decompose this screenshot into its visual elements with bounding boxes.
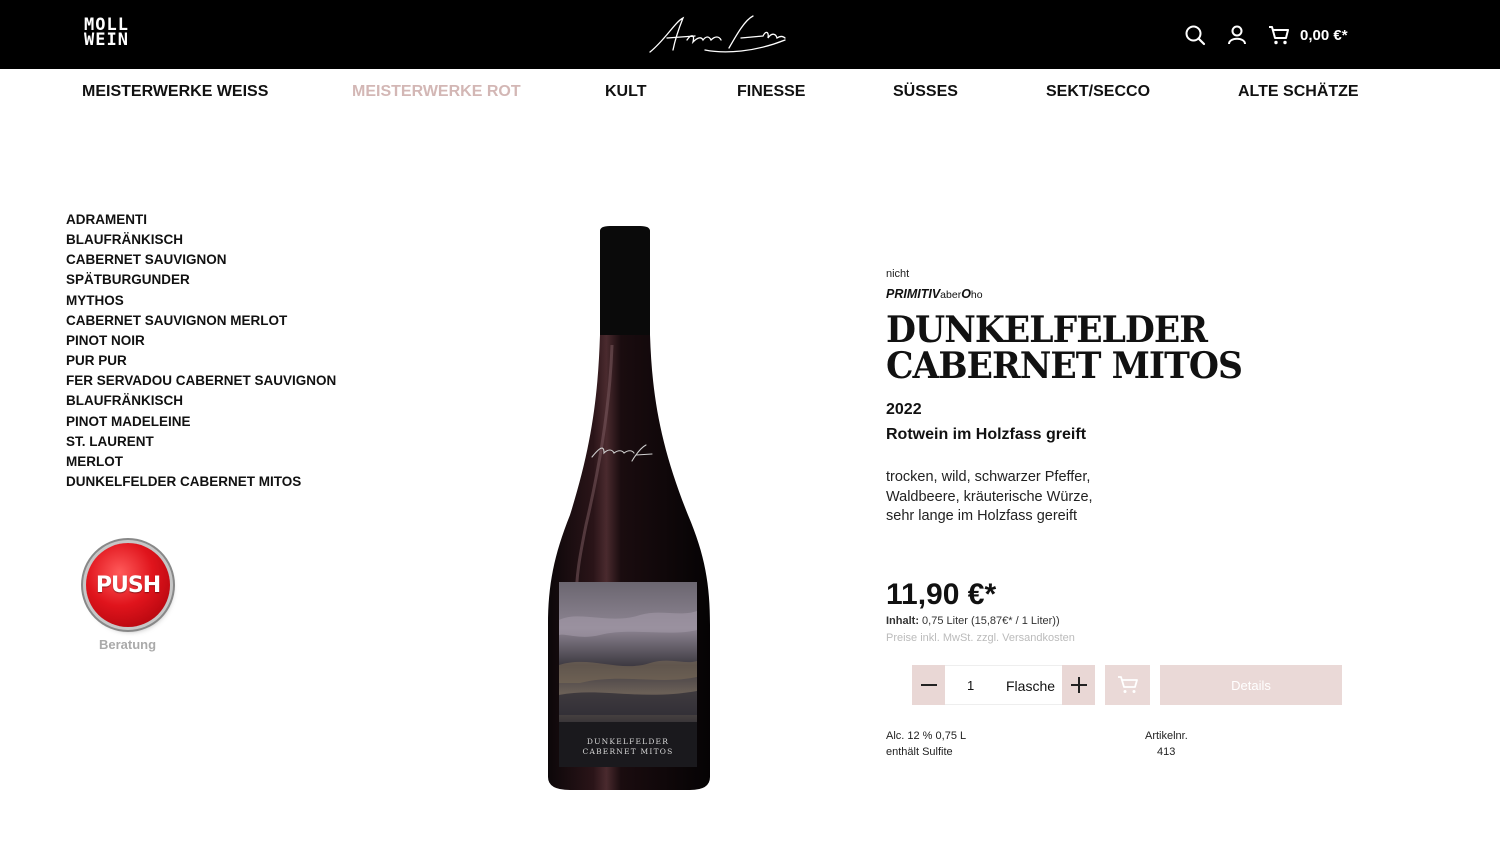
article-number: 413 <box>1157 746 1176 758</box>
content-label: Inhalt: <box>886 615 919 627</box>
brand-part-2: aber <box>940 289 962 301</box>
alcohol-info: Alc. 12 % 0,75 L enthält Sulfite <box>886 728 966 760</box>
description-line-3: sehr lange im Holzfass gereift <box>886 508 1077 524</box>
logo-line-2: WEIN <box>84 30 129 50</box>
wine-sidebar: ADRAMENTI BLAUFRÄNKISCH CABERNET SAUVIGN… <box>66 210 336 492</box>
cart-icon[interactable] <box>1268 24 1290 46</box>
sidebar-item-pur-pur[interactable]: PUR PUR <box>66 351 336 371</box>
site-header: MOLL WEIN 0,00 €* <box>0 0 1500 69</box>
plus-icon <box>1070 677 1087 693</box>
description-line-2: Waldbeere, kräuterische Würze, <box>886 488 1093 505</box>
sidebar-item-adramenti[interactable]: ADRAMENTI <box>66 210 336 230</box>
header-actions: 0,00 €* <box>1184 24 1348 46</box>
sidebar-item-blaufraenkisch[interactable]: BLAUFRÄNKISCH <box>66 230 336 250</box>
sidebar-item-pinot-noir[interactable]: PINOT NOIR <box>66 331 336 351</box>
add-to-cart-button[interactable] <box>1105 665 1150 705</box>
signature-logo[interactable] <box>645 10 790 60</box>
nav-sekt-secco[interactable]: SEKT/SECCO <box>1046 83 1150 101</box>
cart-icon <box>1117 676 1138 693</box>
label-text-line-2: CABERNET MITOS <box>583 747 674 756</box>
nav-meisterwerke-weiss[interactable]: MEISTERWERKE WEISS <box>82 83 268 101</box>
article-info: Artikelnr. 413 <box>1145 728 1188 760</box>
minus-icon <box>920 684 937 686</box>
article-label: Artikelnr. <box>1145 730 1188 742</box>
nav-finesse[interactable]: FINESSE <box>737 83 805 101</box>
details-button[interactable]: Details <box>1160 665 1342 705</box>
label-text-line-1: DUNKELFELDER <box>587 737 669 746</box>
brand-part-1: PRIMITIV <box>886 287 941 301</box>
alcohol-content: Alc. 12 % 0,75 L <box>886 730 967 742</box>
cart-total[interactable]: 0,00 €* <box>1300 27 1348 44</box>
user-icon[interactable] <box>1226 24 1248 46</box>
moll-wein-logo[interactable]: MOLL WEIN <box>84 17 129 50</box>
content-value: 0,75 Liter (15,87€* / 1 Liter)) <box>919 615 1060 627</box>
search-icon[interactable] <box>1184 24 1206 46</box>
nav-alte-schaetze[interactable]: ALTE SCHÄTZE <box>1238 83 1359 101</box>
push-consultation-button[interactable]: PUSH <box>86 543 170 627</box>
sidebar-item-blaufraenkisch-2[interactable]: BLAUFRÄNKISCH <box>66 391 336 411</box>
product-pre-label: nicht <box>886 268 910 280</box>
push-label: PUSH <box>95 572 161 598</box>
product-bottle-image: DUNKELFELDER CABERNET MITOS <box>548 226 710 790</box>
sidebar-item-cabernet-sauvignon-merlot[interactable]: CABERNET SAUVIGNON MERLOT <box>66 311 336 331</box>
product-title-line-2: CABERNET MITOS <box>886 345 1243 387</box>
product-subtitle: Rotwein im Holzfass greift <box>886 426 1087 443</box>
sidebar-item-cabernet-sauvignon[interactable]: CABERNET SAUVIGNON <box>66 250 336 270</box>
product-brand-line: PRIMITIVaberOho <box>886 287 983 301</box>
sidebar-item-spaetburgunder[interactable]: SPÄTBURGUNDER <box>66 270 336 290</box>
quantity-increase-button[interactable] <box>1062 665 1095 705</box>
nav-kult[interactable]: KULT <box>605 83 646 101</box>
product-content-info: Inhalt: 0,75 Liter (15,87€* / 1 Liter)) <box>886 615 1060 627</box>
sulfites-note: enthält Sulfite <box>886 746 953 758</box>
nav-meisterwerke-rot[interactable]: MEISTERWERKE ROT <box>352 83 521 101</box>
product-title: DUNKELFELDER CABERNET MITOS <box>886 312 1289 384</box>
product-title-line-1: DUNKELFELDER <box>886 309 1208 351</box>
brand-part-3: O <box>961 287 971 301</box>
product-vintage: 2022 <box>886 401 922 418</box>
sidebar-item-mythos[interactable]: MYTHOS <box>66 291 336 311</box>
sidebar-item-merlot[interactable]: MERLOT <box>66 452 336 472</box>
quantity-value[interactable]: 1 <box>967 678 974 693</box>
main-navigation: MEISTERWERKE WEISS MEISTERWERKE ROT KULT… <box>0 83 1500 103</box>
sidebar-item-st-laurent[interactable]: ST. LAURENT <box>66 432 336 452</box>
tax-note[interactable]: Preise inkl. MwSt. zzgl. Versandkosten <box>886 632 1075 644</box>
sidebar-item-dunkelfelder-cabernet-mitos[interactable]: DUNKELFELDER CABERNET MITOS <box>66 472 336 492</box>
push-caption[interactable]: Beratung <box>99 637 156 652</box>
description-line-1: trocken, wild, schwarzer Pfeffer, <box>886 469 1091 485</box>
product-price: 11,90 €* <box>886 578 997 611</box>
brand-part-4: ho <box>970 289 983 301</box>
quantity-unit: Flasche <box>1006 678 1056 694</box>
sidebar-item-fer-servadou[interactable]: FER SERVADOU CABERNET SAUVIGNON <box>66 371 336 391</box>
product-description: trocken, wild, schwarzer Pfeffer, Waldbe… <box>886 468 1126 527</box>
sidebar-item-pinot-madeleine[interactable]: PINOT MADELEINE <box>66 412 336 432</box>
quantity-decrease-button[interactable] <box>912 665 945 705</box>
nav-suesses[interactable]: SÜSSES <box>893 83 958 101</box>
